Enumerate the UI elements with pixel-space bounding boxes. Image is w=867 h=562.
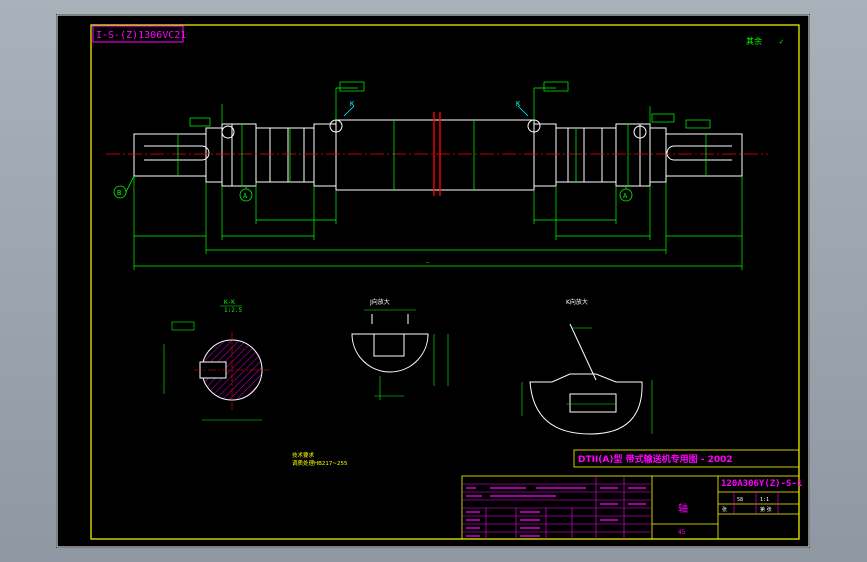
drawing-svg: I-S-(Z)1306VC21 其余 ✓ ─ K K A A B K-K 1:2… [56,14,810,548]
shaft-left-step4 [313,123,337,187]
svg-text:─: ─ [425,260,430,266]
section-kk-scale: 1:2.5 [224,307,242,314]
corner-note: 其余 [746,36,762,46]
shaft-right-end [665,133,743,177]
keyway-left [144,145,210,161]
section-kk-view [163,321,270,421]
shaft-left-step2 [221,123,257,187]
title-block-filler [466,487,646,537]
weight: 58 [737,497,743,503]
shaft-right-step2 [615,123,651,187]
section-kj-label: K向放大 [566,298,588,306]
sheet-index: 第 张 [760,506,772,513]
shaft-center-body [335,119,535,191]
sheet-total: 张 [722,506,727,513]
datum-a-left: A [243,192,248,200]
datum-a-right: A [623,192,628,200]
shaft-main-view [133,119,743,191]
section-kk-label: K-K [224,299,235,306]
tech-notes-title: 技术要求 [292,451,315,459]
section-k-view [529,323,643,435]
section-j-view [351,309,429,373]
section-markers [343,105,529,117]
shaft-left-end [133,133,207,177]
dimension-lines [133,87,743,270]
shaft-right-step3 [555,127,617,183]
material: 45 [678,529,686,536]
datum-b: B [117,189,121,197]
part-name: 轴 [678,502,688,515]
cad-viewport[interactable]: I-S-(Z)1306VC21 其余 ✓ ─ K K A A B K-K 1:2… [0,0,867,562]
keyway-right [666,145,732,161]
scale: 1:1 [760,497,769,503]
shaft-left-step3 [255,127,315,183]
tech-notes-line: 调质处理HB217~255 [292,459,348,467]
section-k-right: K [516,100,521,108]
datum-markers [113,175,633,202]
drawing-sheet[interactable]: I-S-(Z)1306VC21 其余 ✓ ─ K K A A B K-K 1:2… [56,14,810,548]
roughness-symbol: ✓ [779,37,784,46]
tolerance-frames [189,81,711,129]
section-jj-label: J向放大 [369,298,390,306]
shaft-right-step4 [533,123,557,187]
series-title: DTII(A)型 带式输送机专用图 - 2002 [578,453,733,465]
drawing-code-topleft: I-S-(Z)1306VC21 [96,30,186,41]
section-k-left: K [350,100,355,108]
dimension-values: ─ [425,260,430,266]
shaft-right-step1 [649,127,667,183]
drawing-number: 120A306Y(Z)-S-1 [721,479,802,489]
